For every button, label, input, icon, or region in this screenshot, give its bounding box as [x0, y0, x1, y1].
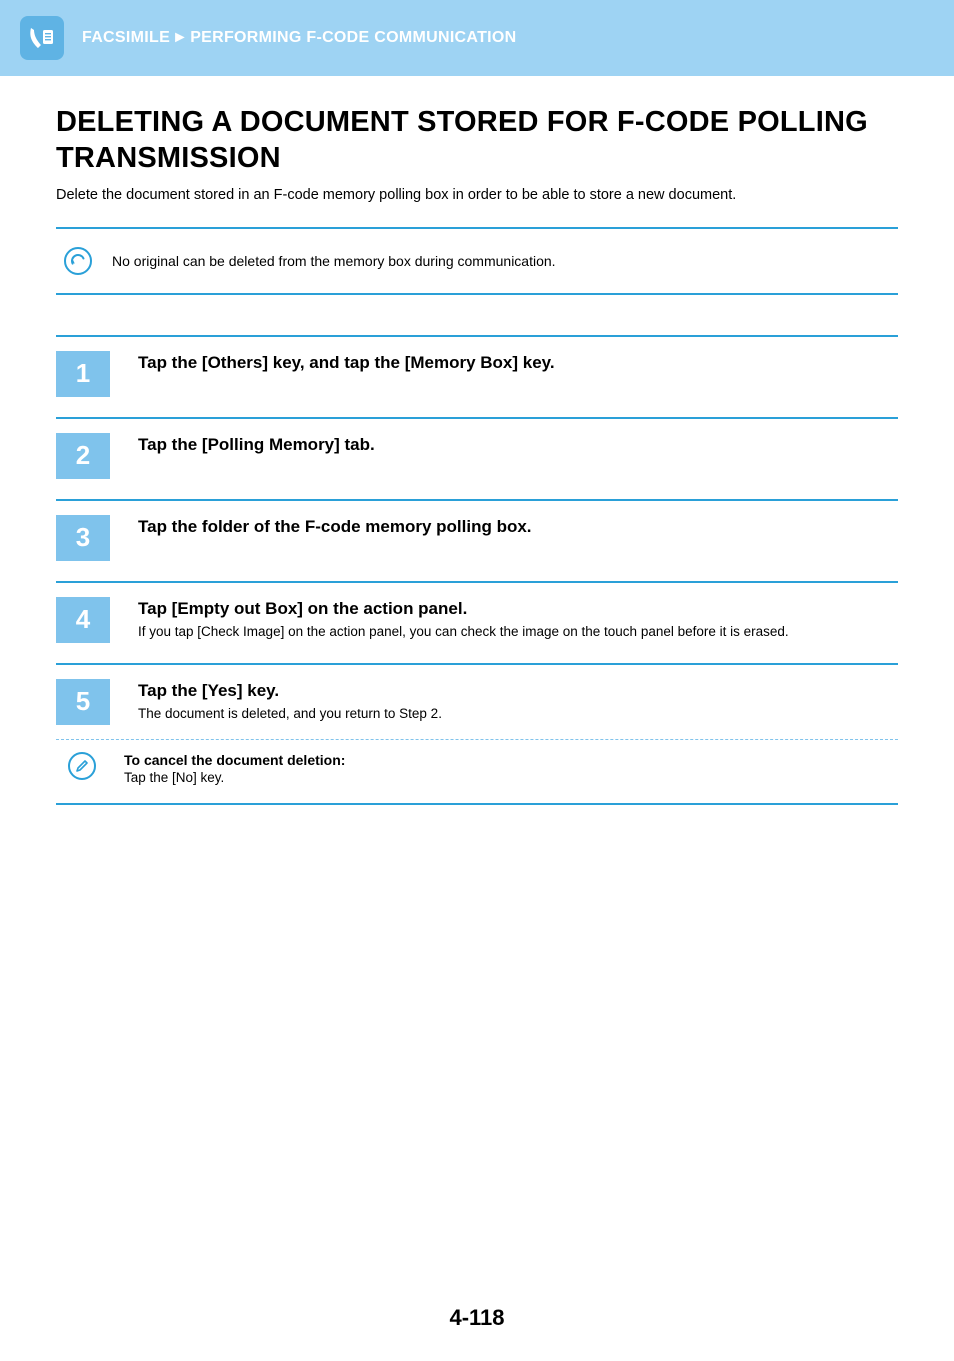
page-title: DELETING A DOCUMENT STORED FOR F-CODE PO…	[56, 104, 898, 177]
step-description: If you tap [Check Image] on the action p…	[138, 623, 898, 642]
step-number: 5	[56, 679, 110, 725]
step-number: 4	[56, 597, 110, 643]
step-2: 2 Tap the [Polling Memory] tab.	[56, 417, 898, 499]
step-3: 3 Tap the folder of the F-code memory po…	[56, 499, 898, 581]
step-body: Tap the [Polling Memory] tab.	[138, 433, 898, 459]
step-body: Tap [Empty out Box] on the action panel.…	[138, 597, 898, 642]
dashed-separator	[56, 739, 898, 740]
step-title: Tap the [Polling Memory] tab.	[138, 435, 898, 455]
step-description: The document is deleted, and you return …	[138, 705, 898, 724]
step-title: Tap [Empty out Box] on the action panel.	[138, 599, 898, 619]
note-block: No original can be deleted from the memo…	[56, 227, 898, 295]
step-body: Tap the [Yes] key. The document is delet…	[138, 679, 898, 724]
step-number: 2	[56, 433, 110, 479]
step-body: Tap the [Others] key, and tap the [Memor…	[138, 351, 898, 377]
page-number: 4-118	[0, 1305, 954, 1361]
step-5: 5 Tap the [Yes] key. The document is del…	[56, 663, 898, 733]
intro-text: Delete the document stored in an F-code …	[56, 187, 898, 203]
step-4: 4 Tap [Empty out Box] on the action pane…	[56, 581, 898, 663]
cancel-body: To cancel the document deletion: Tap the…	[124, 752, 898, 785]
step-number: 1	[56, 351, 110, 397]
note-text: No original can be deleted from the memo…	[112, 253, 556, 269]
breadcrumb-section: FACSIMILE	[82, 29, 170, 46]
step-title: Tap the [Others] key, and tap the [Memor…	[138, 353, 898, 373]
breadcrumb: FACSIMILE►PERFORMING F-CODE COMMUNICATIO…	[82, 29, 517, 47]
step-5-wrap: 5 Tap the [Yes] key. The document is del…	[56, 663, 898, 805]
step-number: 3	[56, 515, 110, 561]
cancel-text: Tap the [No] key.	[124, 770, 898, 785]
step-title: Tap the folder of the F-code memory poll…	[138, 517, 898, 537]
step-1: 1 Tap the [Others] key, and tap the [Mem…	[56, 335, 898, 417]
page-content: DELETING A DOCUMENT STORED FOR F-CODE PO…	[0, 76, 954, 845]
pencil-icon	[68, 752, 96, 780]
step-body: Tap the folder of the F-code memory poll…	[138, 515, 898, 541]
prohibit-icon	[64, 247, 92, 275]
breadcrumb-arrow-icon: ►	[170, 29, 190, 46]
header-band: FACSIMILE►PERFORMING F-CODE COMMUNICATIO…	[0, 0, 954, 76]
fax-phone-icon	[20, 16, 64, 60]
breadcrumb-subsection: PERFORMING F-CODE COMMUNICATION	[190, 29, 516, 46]
step-title: Tap the [Yes] key.	[138, 681, 898, 701]
cancel-note: To cancel the document deletion: Tap the…	[56, 752, 898, 785]
cancel-title: To cancel the document deletion:	[124, 752, 898, 768]
